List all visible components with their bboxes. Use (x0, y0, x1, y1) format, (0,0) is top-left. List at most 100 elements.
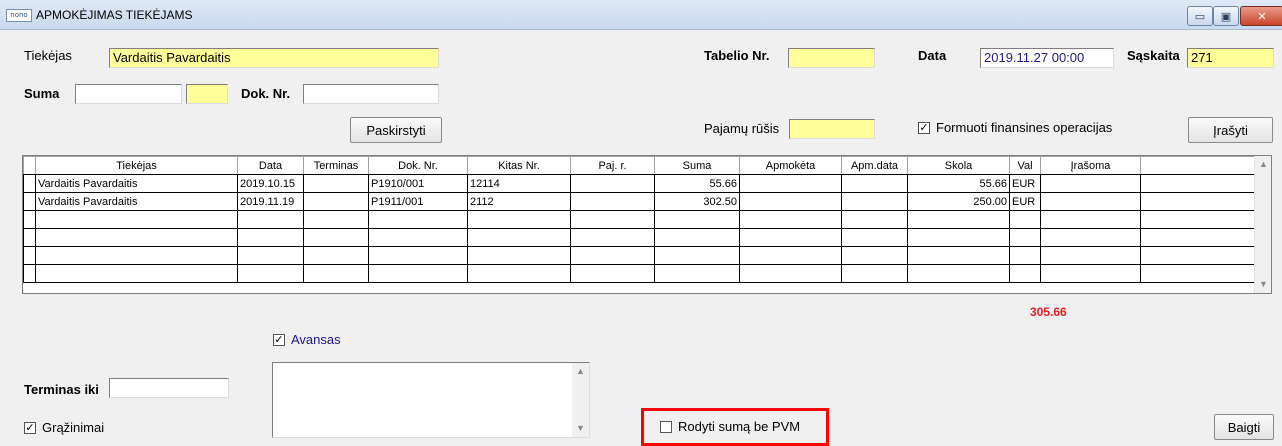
column-header[interactable]: Dok. Nr. (368, 156, 468, 175)
terminas-iki-input[interactable] (109, 378, 229, 398)
avansas-checkbox[interactable]: ✓ (273, 334, 285, 346)
row-selector[interactable] (23, 192, 36, 211)
table-cell[interactable]: 250.00 (907, 192, 1010, 211)
table-cell[interactable]: 12114 (467, 174, 571, 193)
table-cell[interactable]: 55.66 (907, 174, 1010, 193)
maximize-button[interactable]: ▣ (1213, 6, 1239, 26)
column-header[interactable]: Apmokėta (739, 156, 842, 175)
table-cell[interactable] (1040, 210, 1141, 229)
column-header[interactable]: Kitas Nr. (467, 156, 571, 175)
table-cell[interactable] (237, 228, 304, 247)
table-cell[interactable] (841, 210, 908, 229)
table-cell[interactable] (841, 228, 908, 247)
formuoti-checkbox[interactable]: ✓ (918, 122, 930, 134)
table-cell[interactable] (907, 264, 1010, 283)
pajamu-rusis-input[interactable] (789, 119, 875, 139)
row-selector[interactable] (23, 246, 36, 265)
table-cell[interactable] (237, 210, 304, 229)
table-cell[interactable]: EUR (1009, 174, 1041, 193)
minimize-button[interactable]: ▭ (1187, 6, 1213, 26)
scroll-up-icon[interactable]: ▲ (572, 363, 589, 380)
table-cell[interactable] (1040, 264, 1141, 283)
table-cell[interactable]: 2019.10.15 (237, 174, 304, 193)
tabelio-input[interactable] (788, 48, 875, 68)
table-cell[interactable] (467, 246, 571, 265)
column-header[interactable]: Paj. r. (570, 156, 655, 175)
table-cell[interactable] (467, 228, 571, 247)
table-cell[interactable] (237, 246, 304, 265)
table-cell[interactable] (570, 210, 655, 229)
table-row[interactable] (23, 264, 1257, 283)
table-cell[interactable] (1009, 228, 1041, 247)
table-cell[interactable] (841, 264, 908, 283)
table-cell[interactable] (303, 192, 369, 211)
table-cell[interactable] (35, 228, 238, 247)
table-cell[interactable] (368, 264, 468, 283)
table-cell[interactable]: P1911/001 (368, 192, 468, 211)
scroll-down-icon[interactable]: ▼ (1255, 276, 1271, 293)
table-cell[interactable] (570, 174, 655, 193)
table-cell[interactable] (1009, 210, 1041, 229)
table-cell[interactable] (1040, 192, 1141, 211)
tiekejas-input[interactable]: Vardaitis Pavardaitis (109, 48, 439, 68)
payments-grid[interactable]: Tiekėjas Data Terminas Dok. Nr. Kitas Nr… (22, 155, 1272, 294)
table-cell[interactable] (841, 192, 908, 211)
table-row[interactable]: Vardaitis Pavardaitis 2019.11.19 P1911/0… (23, 192, 1257, 211)
table-cell[interactable] (739, 264, 842, 283)
row-selector[interactable] (23, 264, 36, 283)
table-row[interactable]: Vardaitis Pavardaitis 2019.10.15 P1910/0… (23, 174, 1257, 193)
table-cell[interactable] (739, 246, 842, 265)
dok-input[interactable] (303, 84, 439, 104)
table-cell[interactable] (1040, 174, 1141, 193)
table-cell[interactable] (907, 210, 1010, 229)
column-header[interactable]: Val (1009, 156, 1041, 175)
table-cell[interactable] (368, 228, 468, 247)
column-header[interactable] (1140, 156, 1257, 175)
table-cell[interactable] (1009, 246, 1041, 265)
saskaita-input[interactable]: 271 (1187, 48, 1274, 68)
table-cell[interactable] (739, 174, 842, 193)
row-selector[interactable] (23, 174, 36, 193)
table-cell[interactable] (570, 264, 655, 283)
scroll-up-icon[interactable]: ▲ (1255, 156, 1271, 173)
table-cell[interactable]: P1910/001 (368, 174, 468, 193)
table-cell[interactable]: Vardaitis Pavardaitis (35, 192, 238, 211)
table-cell[interactable]: Vardaitis Pavardaitis (35, 174, 238, 193)
table-row[interactable] (23, 246, 1257, 265)
table-cell[interactable] (907, 246, 1010, 265)
table-cell[interactable] (35, 246, 238, 265)
table-cell[interactable] (303, 174, 369, 193)
table-cell[interactable] (1140, 264, 1257, 283)
date-input[interactable]: 2019.11.27 00:00 (980, 48, 1114, 68)
table-cell[interactable] (654, 264, 740, 283)
grid-vertical-scrollbar[interactable]: ▲ ▼ (1254, 156, 1271, 293)
column-header[interactable]: Apm.data (841, 156, 908, 175)
grazinimai-checkbox[interactable]: ✓ (24, 422, 36, 434)
table-cell[interactable] (1140, 246, 1257, 265)
column-header[interactable]: Suma (654, 156, 740, 175)
table-cell[interactable] (739, 192, 842, 211)
irasyti-button[interactable]: Įrašyti (1188, 117, 1273, 143)
comment-textarea[interactable]: ▲ ▼ (272, 362, 590, 438)
column-header[interactable]: Tiekėjas (35, 156, 238, 175)
suma-input[interactable] (75, 84, 182, 104)
table-cell[interactable] (570, 246, 655, 265)
column-header[interactable]: Įrašoma (1040, 156, 1141, 175)
table-cell[interactable] (1140, 210, 1257, 229)
table-cell[interactable] (1009, 264, 1041, 283)
table-cell[interactable] (368, 210, 468, 229)
table-cell[interactable] (368, 246, 468, 265)
table-cell[interactable] (907, 228, 1010, 247)
table-cell[interactable] (654, 228, 740, 247)
table-cell[interactable] (1040, 246, 1141, 265)
table-cell[interactable] (841, 246, 908, 265)
table-cell[interactable] (237, 264, 304, 283)
table-cell[interactable] (303, 264, 369, 283)
table-cell[interactable] (303, 228, 369, 247)
table-cell[interactable] (841, 174, 908, 193)
table-cell[interactable]: EUR (1009, 192, 1041, 211)
table-cell[interactable] (654, 210, 740, 229)
table-cell[interactable] (1140, 228, 1257, 247)
column-header[interactable]: Data (237, 156, 304, 175)
scroll-down-icon[interactable]: ▼ (572, 420, 589, 437)
